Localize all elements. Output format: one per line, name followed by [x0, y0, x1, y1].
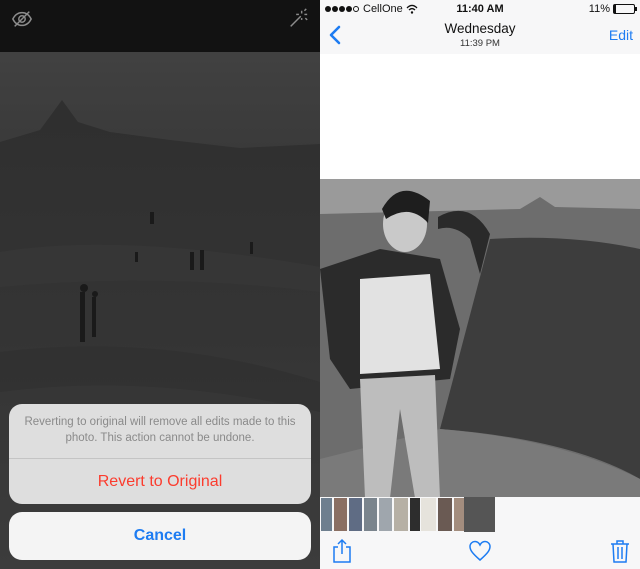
thumbnail[interactable]: [334, 498, 347, 531]
cancel-button[interactable]: Cancel: [9, 512, 311, 560]
thumbnail-strip[interactable]: [320, 497, 640, 533]
main-photo[interactable]: [320, 179, 640, 498]
heart-icon[interactable]: [468, 538, 492, 564]
trash-icon[interactable]: [608, 538, 632, 564]
thumbnail[interactable]: [421, 498, 436, 531]
action-sheet: Reverting to original will remove all ed…: [9, 404, 311, 504]
eye-icon[interactable]: [11, 8, 33, 30]
navigation-bar: Wednesday 11:39 PM Edit: [320, 18, 640, 54]
thumbnail[interactable]: [364, 498, 377, 531]
thumbnail[interactable]: [379, 498, 392, 531]
thumbnail[interactable]: [321, 498, 332, 531]
thumbnail[interactable]: [410, 498, 420, 531]
photo-canvas: [320, 54, 640, 498]
battery-status: 11%: [588, 3, 637, 15]
bottom-toolbar: [320, 533, 640, 569]
magic-wand-icon[interactable]: [287, 8, 309, 30]
nav-title: Wednesday: [444, 21, 516, 36]
thumbnail-selected[interactable]: [464, 497, 495, 532]
action-sheet-message: Reverting to original will remove all ed…: [24, 416, 296, 444]
photo-viewer-pane: CellOne 11:40 AM 11% Wednesday 11:39 PM …: [320, 0, 640, 569]
battery-icon: [613, 4, 637, 14]
edit-pane: Reverting to original will remove all ed…: [0, 0, 320, 569]
thumbnail[interactable]: [438, 498, 452, 531]
edit-top-bar: [0, 0, 320, 52]
nav-subtitle: 11:39 PM: [460, 38, 500, 49]
battery-percent: 11%: [588, 3, 610, 15]
share-icon[interactable]: [330, 538, 354, 564]
edit-button[interactable]: Edit: [609, 27, 633, 43]
thumbnail[interactable]: [349, 498, 362, 531]
thumbnail[interactable]: [394, 498, 408, 531]
revert-to-original-button[interactable]: Revert to Original: [9, 459, 311, 504]
status-bar: CellOne 11:40 AM 11%: [320, 0, 640, 18]
